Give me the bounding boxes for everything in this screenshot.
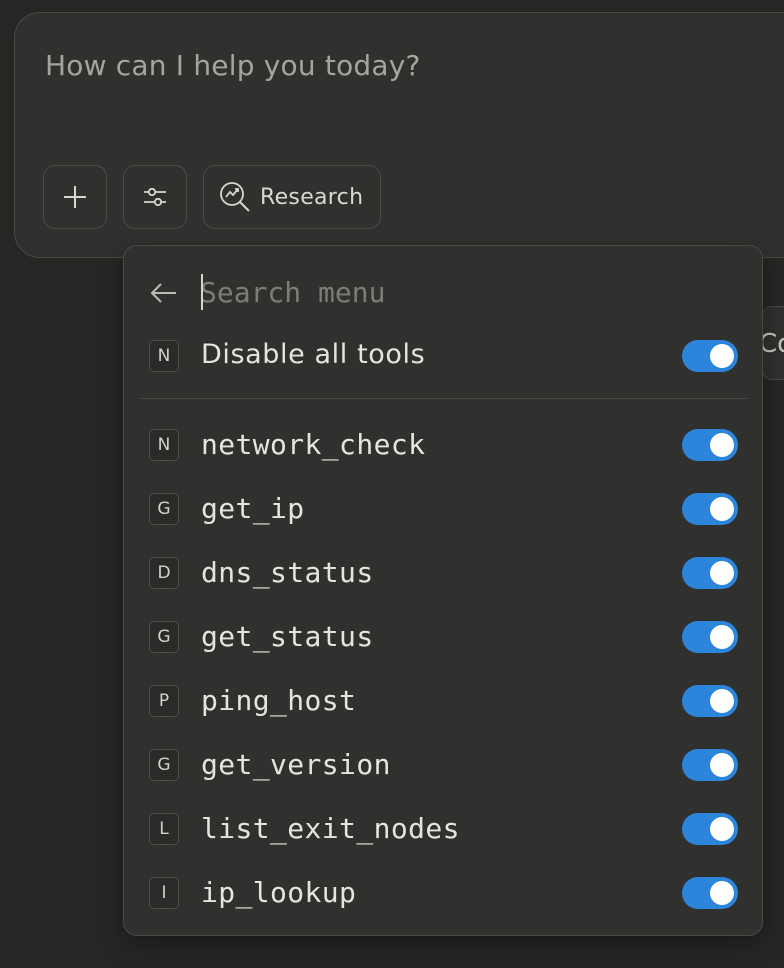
tool-toggle[interactable] <box>682 621 738 653</box>
research-chart-magnifier-icon <box>220 182 250 212</box>
tool-badge: D <box>149 557 179 589</box>
tool-row-ping-host[interactable]: P ping_host <box>124 673 762 729</box>
tool-toggle[interactable] <box>682 749 738 781</box>
tool-label: get_ip <box>201 492 305 525</box>
plus-icon <box>64 186 86 208</box>
side-chip[interactable]: Co <box>762 306 784 380</box>
toggle-knob <box>710 497 734 521</box>
arrow-left-icon[interactable] <box>148 277 180 309</box>
tool-row-network-check[interactable]: N network_check <box>124 417 762 473</box>
tool-badge: G <box>149 621 179 653</box>
toggle-knob <box>710 344 734 368</box>
research-label: Research <box>260 184 364 210</box>
tool-badge: L <box>149 813 179 845</box>
tool-badge: I <box>149 877 179 909</box>
toggle-knob <box>710 561 734 585</box>
disable-all-tools-label: Disable all tools <box>201 339 426 370</box>
chat-composer[interactable]: How can I help you today? Research <box>14 12 784 258</box>
tool-toggle[interactable] <box>682 813 738 845</box>
tool-row-get-version[interactable]: G get_version <box>124 737 762 793</box>
tool-badge: N <box>149 429 179 461</box>
tool-row-ip-lookup[interactable]: I ip_lookup <box>124 865 762 921</box>
tool-label: network_check <box>201 428 426 461</box>
tool-label: get_status <box>201 620 374 653</box>
add-button[interactable] <box>43 165 107 229</box>
tool-row-get-ip[interactable]: G get_ip <box>124 481 762 537</box>
tool-badge: G <box>149 749 179 781</box>
text-caret <box>201 274 203 310</box>
menu-search-row <box>124 268 762 316</box>
tool-label: list_exit_nodes <box>201 812 460 845</box>
toggle-knob <box>710 689 734 713</box>
prompt-placeholder[interactable]: How can I help you today? <box>45 49 421 82</box>
side-chip-label: Co <box>763 329 784 359</box>
tools-menu: N Disable all tools N network_check G ge… <box>123 245 763 936</box>
tool-toggle[interactable] <box>682 429 738 461</box>
menu-divider <box>140 398 748 399</box>
tool-toggle[interactable] <box>682 557 738 589</box>
menu-search-input[interactable] <box>200 268 720 316</box>
research-button[interactable]: Research <box>203 165 381 229</box>
tool-badge: G <box>149 493 179 525</box>
toggle-knob <box>710 817 734 841</box>
tool-badge: N <box>144 340 179 374</box>
toggle-knob <box>710 433 734 457</box>
disable-all-tools-toggle[interactable] <box>682 340 738 372</box>
tools-settings-button[interactable] <box>123 165 187 229</box>
tool-label: ping_host <box>201 684 357 717</box>
tool-row-dns-status[interactable]: D dns_status <box>124 545 762 601</box>
tool-row-list-exit-nodes[interactable]: L list_exit_nodes <box>124 801 762 857</box>
toggle-knob <box>710 881 734 905</box>
tool-label: ip_lookup <box>201 876 357 909</box>
tool-toggle[interactable] <box>682 877 738 909</box>
tool-toggle[interactable] <box>682 685 738 717</box>
tool-toggle[interactable] <box>682 493 738 525</box>
tool-row-get-status[interactable]: G get_status <box>124 609 762 665</box>
toggle-knob <box>710 625 734 649</box>
toggle-knob <box>710 753 734 777</box>
tool-badge: P <box>149 685 179 717</box>
disable-all-tools-row[interactable]: N Disable all tools <box>124 328 762 384</box>
tool-label: get_version <box>201 748 391 781</box>
tool-label: dns_status <box>201 556 374 589</box>
sliders-icon <box>144 187 166 207</box>
